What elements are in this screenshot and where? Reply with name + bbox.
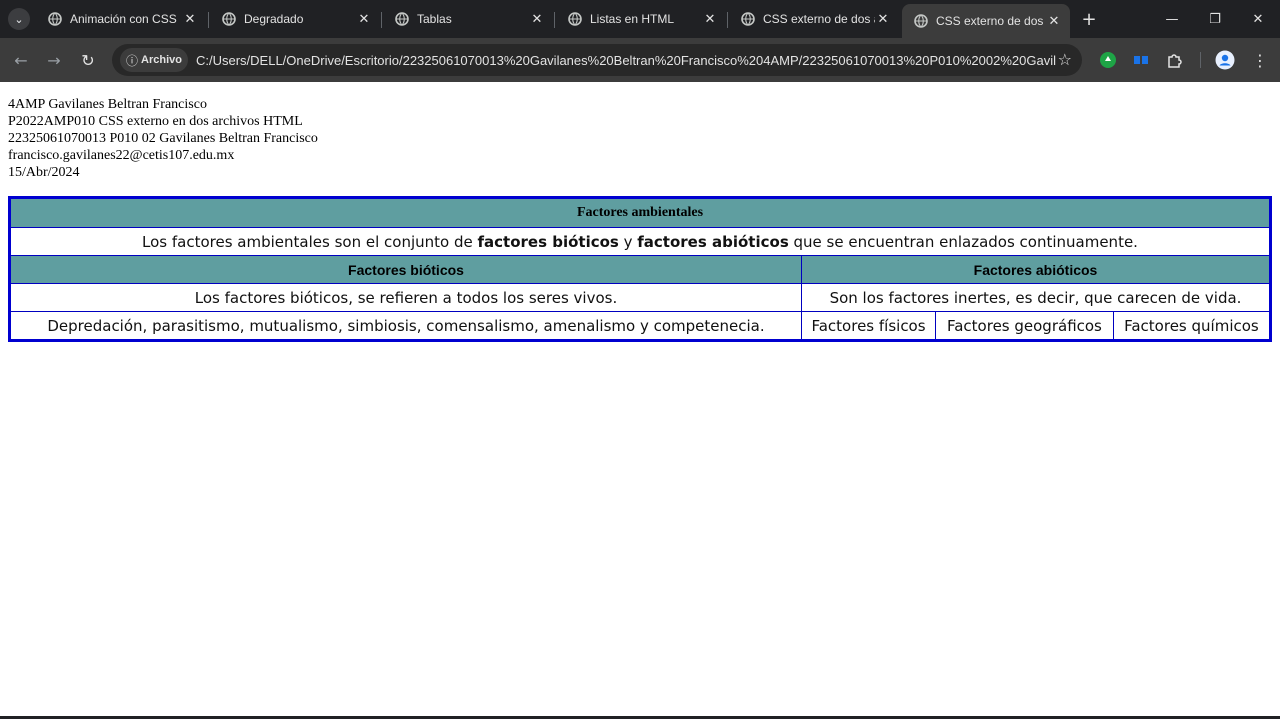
globe-icon: [568, 12, 582, 26]
profile-icon[interactable]: [1215, 50, 1235, 70]
tab-title: Tablas: [417, 12, 452, 26]
tab-title: CSS externo de dos a: [936, 14, 1046, 28]
abioticos-type-fisicos: Factores físicos: [800, 311, 937, 341]
tab-degradado[interactable]: Degradado ✕: [210, 4, 380, 34]
tab-css-externo-active[interactable]: CSS externo de dos a ✕: [902, 4, 1070, 38]
close-window-button[interactable]: ✕: [1238, 6, 1278, 32]
info-icon: ⓘ: [126, 53, 139, 68]
tab-divider: [727, 12, 728, 28]
close-icon[interactable]: ✕: [702, 12, 718, 27]
tab-title: Animación con CSS: [70, 12, 177, 26]
minimize-icon: —: [1165, 11, 1179, 27]
new-tab-button[interactable]: +: [1078, 8, 1100, 30]
abioticos-type-quimicos: Factores químicos: [1112, 311, 1272, 341]
abioticos-description: Son los factores inertes, es decir, que …: [801, 283, 1271, 312]
extension-green-icon[interactable]: [1099, 51, 1117, 69]
kebab-menu-icon: ⋮: [1252, 50, 1268, 70]
description-text: que se encuentran enlazados continuament…: [788, 232, 1138, 251]
toolbar-divider: [1200, 52, 1201, 68]
header-abioticos: Factores abióticos: [801, 255, 1271, 284]
globe-icon: [741, 12, 755, 26]
table-title: Factores ambientales: [9, 197, 1271, 228]
globe-icon: [914, 14, 928, 28]
address-bar[interactable]: ⓘ Archivo C:/Users/DELL/OneDrive/Escrito…: [112, 44, 1082, 76]
reload-icon: ↻: [81, 50, 95, 70]
close-icon: ✕: [1252, 11, 1264, 27]
bioticos-description: Los factores bióticos, se refieren a tod…: [9, 283, 802, 312]
site-info-label: Archivo: [141, 54, 182, 66]
info-line-group: 4AMP Gavilanes Beltran Francisco: [8, 97, 207, 112]
description-text: y: [618, 232, 638, 251]
extension-blue-icon[interactable]: [1132, 51, 1150, 69]
browser-toolbar: ← → ↻ ⓘ Archivo C:/Users/DELL/OneDrive/E…: [0, 38, 1280, 82]
tab-animacion[interactable]: Animación con CSS ✕: [36, 4, 206, 34]
tab-tablas[interactable]: Tablas ✕: [383, 4, 553, 34]
abioticos-type-geograficos: Factores geográficos: [935, 311, 1114, 341]
tab-title: Degradado: [244, 12, 304, 26]
tab-css-externo-1[interactable]: CSS externo de dos a ✕: [729, 4, 899, 34]
forward-arrow-icon: →: [47, 50, 61, 70]
minimize-button[interactable]: —: [1152, 6, 1192, 32]
menu-button[interactable]: ⋮: [1248, 48, 1272, 72]
close-icon[interactable]: ✕: [1046, 14, 1062, 29]
info-line-practice: P2022AMP010 CSS externo en dos archivos …: [8, 114, 303, 129]
star-icon[interactable]: ☆: [1058, 50, 1072, 69]
site-info-chip[interactable]: ⓘ Archivo: [120, 48, 188, 72]
close-icon[interactable]: ✕: [182, 12, 198, 27]
puzzle-icon[interactable]: [1166, 51, 1184, 69]
tab-search-button[interactable]: ⌄: [8, 8, 30, 30]
description-bold-abioticos: factores abióticos: [637, 232, 789, 251]
close-icon[interactable]: ✕: [356, 12, 372, 27]
table-description: Los factores ambientales son el conjunto…: [9, 227, 1271, 256]
tab-divider: [381, 12, 382, 28]
url-text[interactable]: C:/Users/DELL/OneDrive/Escritorio/223250…: [196, 53, 1056, 68]
tab-divider: [554, 12, 555, 28]
info-line-date: 15/Abr/2024: [8, 165, 80, 180]
globe-icon: [395, 12, 409, 26]
restore-button[interactable]: ❐: [1195, 6, 1235, 32]
info-line-email: francisco.gavilanes22@cetis107.edu.mx: [8, 148, 235, 163]
description-bold-bioticos: factores bióticos: [477, 232, 619, 251]
factores-table: Factores ambientales Los factores ambien…: [8, 196, 1272, 342]
back-arrow-icon: ←: [14, 50, 28, 70]
tab-title: CSS externo de dos a: [763, 12, 875, 26]
description-text: Los factores ambientales son el conjunto…: [142, 232, 478, 251]
chevron-down-icon: ⌄: [14, 12, 24, 26]
close-icon[interactable]: ✕: [875, 12, 891, 27]
plus-icon: +: [1081, 8, 1097, 30]
forward-button[interactable]: →: [42, 48, 66, 72]
bioticos-examples: Depredación, parasitismo, mutualismo, si…: [9, 311, 802, 341]
restore-icon: ❐: [1209, 11, 1221, 27]
student-info: 4AMP Gavilanes Beltran Francisco P2022AM…: [8, 96, 318, 181]
globe-icon: [48, 12, 62, 26]
back-button[interactable]: ←: [9, 48, 33, 72]
tab-title: Listas en HTML: [590, 12, 675, 26]
close-icon[interactable]: ✕: [529, 12, 545, 27]
tab-listas[interactable]: Listas en HTML ✕: [556, 4, 726, 34]
page-content: 4AMP Gavilanes Beltran Francisco P2022AM…: [0, 82, 1280, 719]
tab-strip: ⌄ Animación con CSS ✕ Degradado ✕ Tablas…: [0, 0, 1280, 38]
header-bioticos: Factores bióticos: [9, 255, 802, 284]
tab-divider: [208, 12, 209, 28]
info-line-id: 22325061070013 P010 02 Gavilanes Beltran…: [8, 131, 318, 146]
globe-icon: [222, 12, 236, 26]
reload-button[interactable]: ↻: [76, 48, 100, 72]
